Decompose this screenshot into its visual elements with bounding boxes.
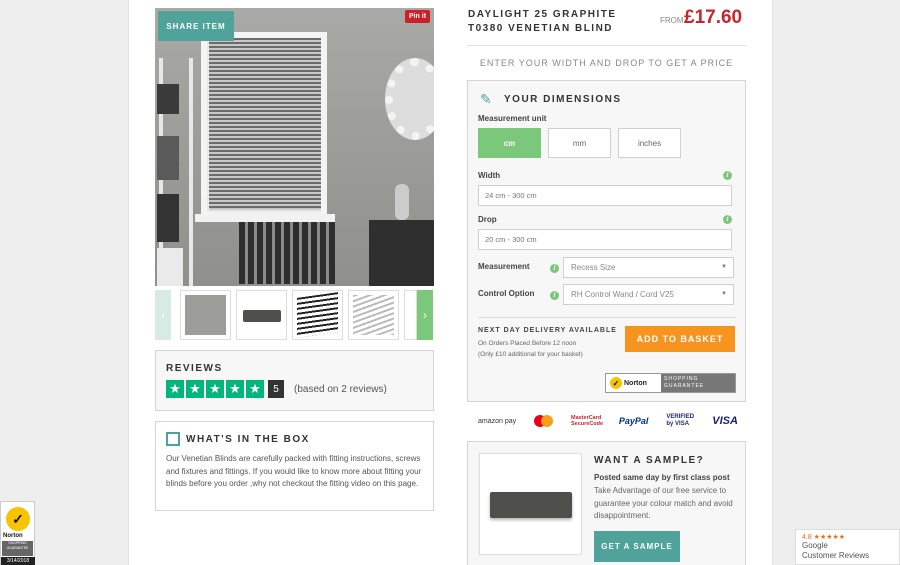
reviews-box: REVIEWS ★ ★ ★ ★ ★ 5 (based on 2 reviews) [155, 350, 434, 411]
norton-guarantee-badge[interactable]: ✓ Norton SHOPPING GUARANTEE [605, 373, 736, 393]
whats-in-box-title: WHAT'S IN THE BOX [186, 434, 310, 445]
drop-input[interactable] [478, 229, 732, 250]
product-title: DAYLIGHT 25 GRAPHITE T0380 VENETIAN BLIN… [468, 8, 618, 36]
thumbnail-3[interactable] [292, 290, 343, 340]
width-info-icon[interactable]: i [723, 171, 732, 180]
measurement-info-icon[interactable]: i [550, 264, 559, 273]
thumbnail-5[interactable] [404, 290, 417, 340]
customer-reviews-label: Customer Reviews [802, 551, 870, 560]
control-option-select[interactable]: RH Control Wand / Cord V25 ▼ [563, 284, 734, 305]
width-label: Width [478, 171, 501, 180]
delivery-cost: (Only £10 additional for your basket) [478, 351, 583, 358]
chevron-down-icon: ▼ [721, 264, 727, 270]
ruler-pencil-icon: ✎ [480, 91, 492, 107]
norton-tagline: SHOPPING GUARANTEE [661, 374, 735, 392]
drop-label: Drop [478, 215, 497, 224]
sample-text: Take Advantage of our free service to gu… [594, 486, 733, 520]
paypal-logo: PayPal [618, 416, 649, 426]
google-customer-reviews-badge[interactable]: 4.8 ★★★★★ Google Customer Reviews [795, 529, 900, 565]
whats-in-box: WHAT'S IN THE BOX Our Venetian Blinds ar… [155, 421, 434, 511]
sample-panel: WANT A SAMPLE? Posted same day by first … [467, 441, 746, 565]
control-option-label: Control Option [478, 289, 535, 298]
sample-posted: Posted same day by first class post [594, 473, 730, 482]
star-icon: ★ [206, 380, 224, 398]
whats-in-box-text: Our Venetian Blinds are carefully packed… [166, 454, 422, 488]
check-icon: ✓ [610, 377, 622, 389]
divider [467, 45, 746, 46]
verified-by-visa-logo: VERIFIED by VISA [666, 414, 695, 427]
norton-name: Norton [624, 379, 647, 387]
thumbnail-strip: ‹ › [155, 290, 434, 340]
norton-seal[interactable]: ✓ Norton SHOPPING GUARANTEE 3/14/2018 [0, 501, 35, 565]
unit-inches-button[interactable]: inches [618, 128, 681, 158]
reviews-title: REVIEWS [166, 363, 223, 374]
divider [478, 317, 736, 318]
dimensions-title: YOUR DIMENSIONS [504, 94, 622, 105]
review-count[interactable]: (based on 2 reviews) [294, 384, 387, 395]
control-info-icon[interactable]: i [550, 291, 559, 300]
share-item-button[interactable]: SHARE ITEM [158, 11, 234, 41]
norton-seal-date: 3/14/2018 [1, 557, 35, 565]
unit-cm-button[interactable]: cm [478, 128, 541, 158]
sample-swatch-image [479, 453, 582, 555]
product-title-line2: T0380 VENETIAN BLIND [468, 23, 614, 34]
thumbnail-2[interactable] [236, 290, 287, 340]
add-to-basket-button[interactable]: ADD TO BASKET [625, 326, 735, 352]
drop-info-icon[interactable]: i [723, 215, 732, 224]
thumbnail-prev-arrow[interactable]: ‹ [155, 290, 171, 340]
product-title-line1: DAYLIGHT 25 GRAPHITE [468, 9, 617, 20]
unit-mm-button[interactable]: mm [548, 128, 611, 158]
check-icon: ✓ [6, 507, 30, 531]
price-prompt: ENTER YOUR WIDTH AND DROP TO GET A PRICE [479, 58, 734, 68]
measurement-label: Measurement [478, 262, 530, 271]
get-sample-button[interactable]: GET A SAMPLE [594, 531, 680, 562]
measurement-select[interactable]: Recess Size ▼ [563, 257, 734, 278]
norton-seal-name: Norton [3, 533, 23, 539]
sample-title: WANT A SAMPLE? [594, 455, 705, 466]
width-input[interactable] [478, 185, 732, 206]
google-label: Google [802, 541, 828, 550]
thumbnail-1[interactable] [180, 290, 231, 340]
chevron-down-icon: ▼ [721, 291, 727, 297]
mastercard-securecode-logo: MasterCard SecureCode [570, 415, 604, 427]
mastercard-logo [534, 415, 554, 427]
star-icon: ★ [186, 380, 204, 398]
pinterest-button[interactable]: Pin it [405, 10, 430, 23]
star-icon: ★ [246, 380, 264, 398]
product-price: £17.60 [684, 7, 743, 28]
price-from-label: FROM [660, 16, 684, 25]
norton-seal-tagline: SHOPPING GUARANTEE [2, 541, 33, 556]
review-score: 5 [268, 380, 284, 398]
box-icon [166, 432, 180, 446]
delivery-cutoff: On Orders Placed Before 12 noon [478, 340, 577, 347]
measurement-value: Recess Size [571, 263, 616, 272]
thumbnail-4[interactable] [348, 290, 399, 340]
payment-logos: amazon pay MasterCard SecureCode PayPal … [478, 410, 738, 432]
thumbnail-next-arrow[interactable]: › [417, 290, 433, 340]
visa-logo: VISA [712, 415, 738, 427]
next-day-delivery-title: NEXT DAY DELIVERY AVAILABLE [478, 327, 617, 334]
google-rating: 4.8 ★★★★★ [802, 534, 846, 541]
star-icon: ★ [166, 380, 184, 398]
control-option-value: RH Control Wand / Cord V25 [571, 290, 674, 299]
measurement-unit-label: Measurement unit [478, 114, 547, 123]
star-icon: ★ [226, 380, 244, 398]
star-rating[interactable]: ★ ★ ★ ★ ★ 5 [166, 380, 284, 398]
amazon-pay-logo: amazon pay [478, 417, 517, 425]
dimensions-panel: ✎ YOUR DIMENSIONS Measurement unit cm mm… [467, 80, 746, 402]
product-image[interactable] [155, 8, 434, 286]
